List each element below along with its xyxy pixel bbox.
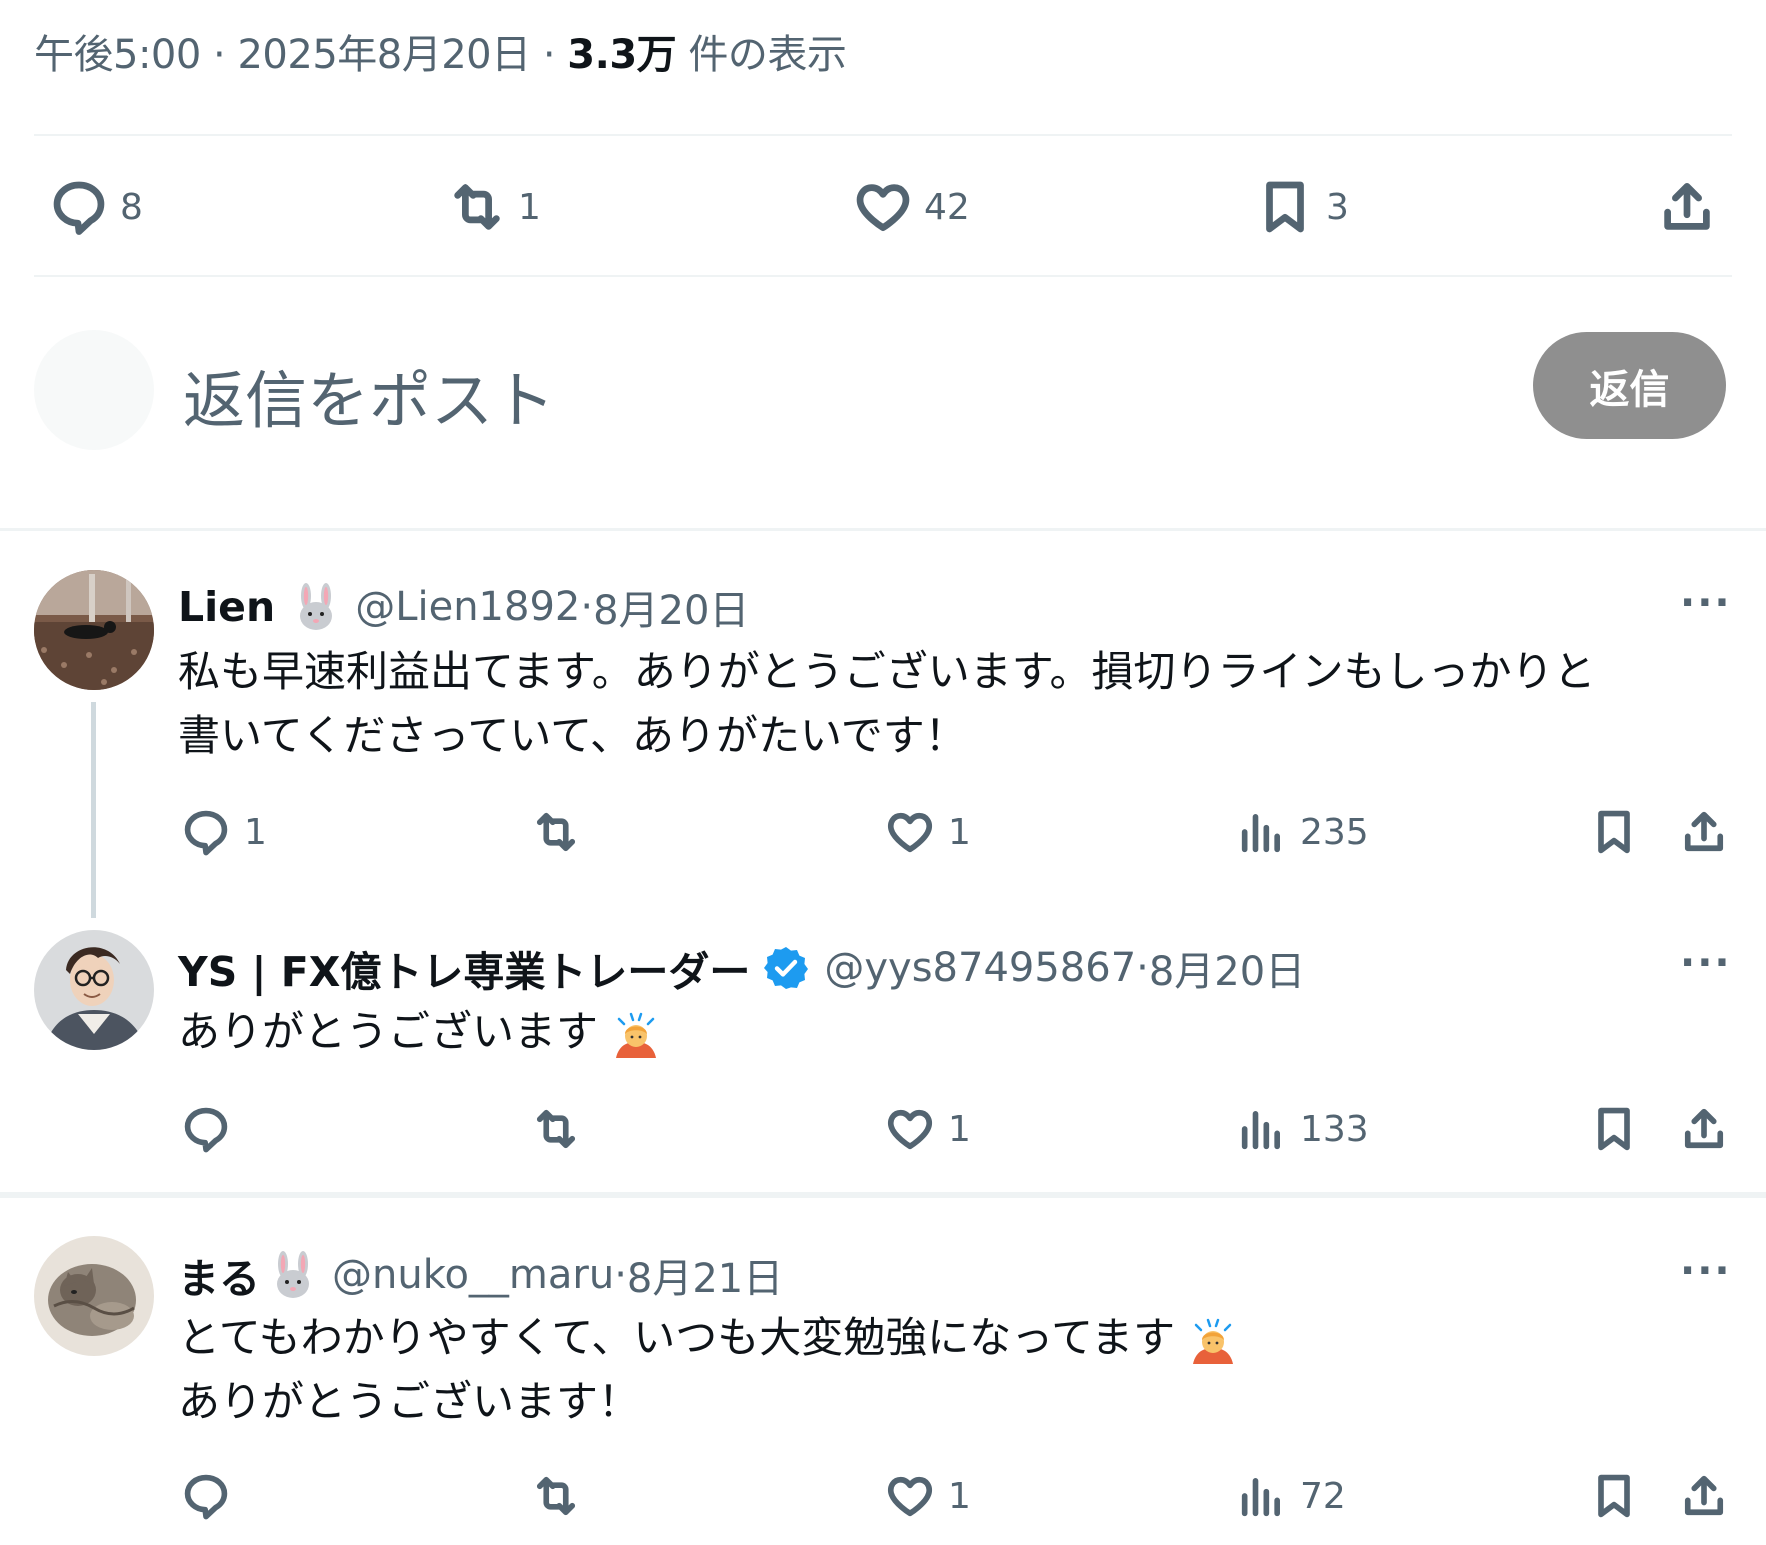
views-count: 3.3万 [567,32,677,78]
thread-connector [91,702,96,918]
reply-header: YS | FX億トレ専業トレーダー @yys87495867 · 8月20日 [178,938,1305,998]
like-count: 1 [948,1108,971,1150]
reply-icon [53,181,105,235]
rabbit-emoji-icon [300,583,333,630]
share-icon [1684,1475,1724,1516]
repost-icon [536,812,576,852]
verified-badge-icon [764,947,809,989]
repost-button[interactable] [530,806,594,858]
post-meta: 午後5:00 · 2025年8月20日 · 3.3万 件の表示 [34,32,847,78]
avatar[interactable] [34,570,154,690]
more-options-button[interactable]: ··· [1680,580,1732,626]
avatar-image [34,1236,154,1356]
views-button[interactable]: 72 [1236,1470,1346,1522]
composer-avatar [34,330,154,450]
section-divider [0,528,1766,531]
share-icon [1684,811,1724,852]
reply-count: 8 [120,186,143,228]
user-handle[interactable]: @Lien1892 [355,584,580,630]
avatar[interactable] [34,930,154,1050]
reply-icon [184,810,228,856]
reply-button[interactable] [180,1470,244,1522]
share-button[interactable] [1678,1103,1730,1155]
reply-header: Lien @Lien1892 · 8月20日 [178,578,749,636]
reply-submit-button[interactable]: 返信 [1533,332,1726,439]
post-time[interactable]: 午後5:00 [34,32,201,78]
view-count: 235 [1300,811,1369,853]
like-stat-button[interactable]: 42 [852,176,970,238]
like-button[interactable]: 1 [884,1470,971,1522]
bowing-person-emoji-icon [616,1012,657,1058]
share-icon [1684,1108,1724,1149]
heart-icon [887,812,933,853]
bookmark-count: 3 [1326,186,1349,228]
avatar-image [34,930,154,1050]
reply-text: 私も早速利益出てます。ありがとうございます。損切りラインもしっかりと 書いてくだ… [178,647,1596,760]
share-button[interactable] [1678,806,1730,858]
more-options-button[interactable]: ··· [1680,1248,1732,1294]
views-button[interactable]: 235 [1236,806,1369,858]
bookmark-icon [1266,181,1304,233]
reply-date[interactable]: 8月21日 [627,1246,783,1304]
reply-icon [184,1474,228,1520]
bookmark-icon [1598,1107,1630,1151]
repost-count: 1 [518,186,541,228]
like-button[interactable]: 1 [884,1103,971,1155]
view-count: 133 [1300,1108,1369,1150]
heart-icon [856,184,910,232]
like-count: 1 [948,811,971,853]
share-button[interactable] [1678,1470,1730,1522]
more-options-button[interactable]: ··· [1680,940,1732,986]
divider [34,275,1732,277]
bookmark-stat-button[interactable]: 3 [1254,176,1349,238]
bowing-person-emoji-icon [1193,1318,1234,1364]
section-divider [0,1192,1766,1198]
views-button[interactable]: 133 [1236,1103,1369,1155]
post-date[interactable]: 2025年8月20日 [237,32,531,78]
reply-button[interactable]: 1 [180,806,267,858]
reply-icon [184,1107,228,1153]
reply-text: とてもわかりやすくて、いつも大変勉強になってます ありがとうございます！ [178,1306,1238,1434]
bookmark-button[interactable] [1588,1103,1640,1155]
reply-header: まる @nuko__maru · 8月21日 [178,1245,783,1305]
divider [34,134,1732,136]
avatar[interactable] [34,1236,154,1356]
display-name[interactable]: YS | FX億トレ専業トレーダー [178,938,750,998]
bookmark-icon [1598,810,1630,854]
bookmark-button[interactable] [1588,806,1640,858]
like-button[interactable]: 1 [884,806,971,858]
repost-icon [536,1476,576,1516]
display-name[interactable]: まる [178,1245,260,1305]
repost-button[interactable] [530,1103,594,1155]
heart-icon [887,1109,933,1150]
bookmark-button[interactable] [1588,1470,1640,1522]
reply-count: 1 [244,811,267,853]
like-count: 42 [924,186,970,228]
reply-button[interactable] [180,1103,244,1155]
reply-date[interactable]: 8月20日 [1149,939,1305,997]
reply-date[interactable]: 8月20日 [593,578,749,636]
share-button[interactable] [1656,176,1718,238]
reply-stat-button[interactable]: 8 [48,176,143,238]
repost-icon [454,184,500,230]
user-handle[interactable]: @yys87495867 [824,945,1136,991]
heart-icon [887,1476,933,1517]
analytics-icon [1241,1478,1280,1517]
analytics-icon [1241,1111,1280,1150]
user-handle[interactable]: @nuko__maru [332,1252,614,1298]
bookmark-icon [1598,1474,1630,1518]
display-name[interactable]: Lien [178,583,275,631]
repost-stat-button[interactable]: 1 [446,176,541,238]
analytics-icon [1241,814,1280,853]
share-icon [1664,182,1710,230]
view-count: 72 [1300,1475,1346,1517]
reply-input[interactable]: 返信をポスト [183,350,555,440]
repost-icon [536,1109,576,1149]
repost-button[interactable] [530,1470,594,1522]
rabbit-emoji-icon [277,1251,309,1298]
reply-text: ありがとうございます [178,1000,661,1064]
like-count: 1 [948,1475,971,1517]
avatar-image [34,570,154,690]
views-label: 件の表示 [688,32,847,78]
